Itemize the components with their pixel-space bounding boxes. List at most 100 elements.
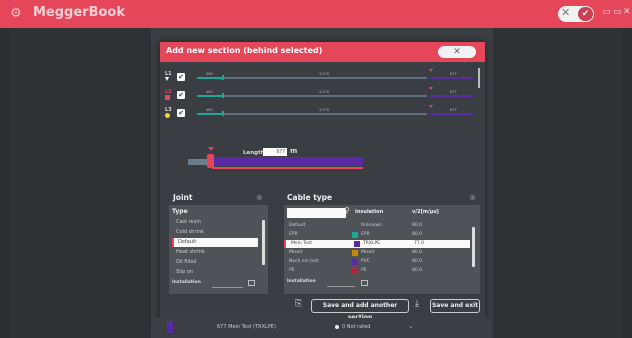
section-color-swatch [167, 321, 173, 333]
velocity-header: v/2[m/µs] [412, 209, 439, 215]
phase-end-l1: 677 [450, 72, 457, 76]
joint-item[interactable]: Oil filled [172, 258, 258, 267]
phase-end-l3: 677 [450, 108, 457, 112]
length-label: Length [243, 150, 265, 156]
minimize-icon[interactable]: ▭ [602, 7, 611, 17]
cable-insulation: PVC [361, 259, 370, 264]
section-list-row[interactable]: 677 Mein Test (TRXLPE) 0 Not rated ⌄ [151, 318, 493, 338]
section-length-text: 677 Mein Test (TRXLPE) [217, 324, 276, 330]
cable-row[interactable]: Default Unknown 80.0 [284, 222, 470, 230]
cable-row[interactable]: PE PE 80.0 [284, 267, 470, 275]
cable-name: Noch ein test [289, 259, 319, 264]
joint-title: Joint [173, 193, 193, 202]
dialog-header: Add new section (behind selected) ✕ [160, 42, 485, 62]
length-pointer-icon [208, 147, 214, 151]
add-cable-icon[interactable]: ⊕ [469, 193, 476, 202]
phase-marker-l1 [165, 77, 169, 81]
cable-name: Mein Test [291, 241, 313, 246]
phase-scrollbar[interactable] [478, 68, 480, 88]
cable-color-swatch [352, 250, 358, 256]
cable-velocity: 80.0 [412, 223, 423, 228]
length-bar [209, 157, 363, 166]
rating-dot [335, 325, 339, 329]
save-and-exit-button[interactable]: Save and exit [430, 299, 480, 313]
phase-start-l3: 460 [206, 108, 213, 112]
joint-panel: Type Cast resin Cold shrink Default Heat… [169, 205, 268, 294]
phase-segment-grey-l3 [224, 113, 427, 115]
phase-segment-teal-l1 [197, 77, 222, 79]
cable-color-swatch [352, 232, 358, 238]
joint-item[interactable]: Cold shrink [172, 228, 258, 237]
phase-checkbox-l3[interactable]: ✔ [177, 109, 185, 117]
phase-segment-teal-l2 [197, 95, 222, 97]
phase-segment-purple-l3 [430, 113, 473, 115]
cable-search-input[interactable] [287, 208, 346, 218]
close-window-icon[interactable]: ✕ [623, 7, 631, 17]
dialog-close-button[interactable]: ✕ [438, 46, 476, 58]
length-unit: m [290, 147, 298, 155]
length-editor: Length m [160, 142, 485, 182]
cable-type-title: Cable type [287, 193, 333, 202]
search-icon[interactable]: ⚲ [344, 206, 350, 215]
maximize-icon[interactable]: ▭ [613, 7, 622, 17]
phase-pointer-l2 [429, 87, 433, 90]
cable-velocity: 80.0 [412, 259, 423, 264]
joint-item[interactable]: Heat shrink [172, 248, 258, 257]
calendar-icon[interactable] [248, 280, 255, 286]
phase-segment-teal-l3 [197, 113, 222, 115]
joint-item[interactable]: Slip on [172, 268, 258, 277]
length-drag-handle[interactable] [207, 154, 214, 168]
phase-segment-purple-l1 [430, 77, 473, 79]
save-and-add-another-button[interactable]: Save and add another section [311, 299, 409, 321]
cable-insulation: Mixed [361, 250, 375, 255]
add-joint-icon[interactable]: ⊕ [256, 193, 263, 202]
length-input[interactable] [263, 148, 287, 156]
add-section-dialog: Add new section (behind selected) ✕ L1 ✔… [160, 42, 485, 322]
phase-mid-l1: 3,270 [319, 72, 330, 76]
cable-row-selected[interactable]: Mein Test TRXLPE 77.0 [284, 240, 470, 248]
dialog-title: Add new section (behind selected) [166, 46, 323, 55]
cable-name: PE [289, 268, 295, 273]
cable-color-swatch [352, 259, 358, 265]
cable-insulation: TRXLPE [363, 241, 381, 246]
gear-icon[interactable]: ⚙ [10, 6, 22, 21]
section-rating-text: 0 Not rated [342, 324, 371, 330]
cable-color-swatch [352, 223, 358, 229]
cable-name: Mixed [289, 250, 303, 255]
joint-installation-field[interactable] [212, 287, 243, 288]
phase-segment-grey-l2 [224, 95, 427, 97]
add-section-icon: ⎘ [295, 299, 303, 309]
calendar-icon[interactable] [361, 280, 368, 286]
cable-row[interactable]: Noch ein test PVC 80.0 [284, 258, 470, 266]
cable-row[interactable]: Mixed Mixed 80.0 [284, 249, 470, 257]
phase-segment-grey-l1 [224, 77, 427, 79]
cable-velocity: 80.0 [412, 232, 423, 237]
phase-pointer-l1 [429, 69, 433, 72]
phase-start-l2: 460 [206, 90, 213, 94]
joint-item-selected[interactable]: Default [172, 238, 258, 247]
cable-installation-field[interactable] [327, 286, 355, 287]
download-icon: ⤓ [415, 299, 419, 309]
phase-checkbox-l2[interactable]: ✔ [177, 91, 185, 99]
confirm-icon[interactable]: ✔ [578, 7, 593, 21]
joint-item[interactable]: Cast resin [172, 218, 258, 227]
cable-velocity: 80.0 [412, 268, 423, 273]
cancel-icon[interactable]: ✕ [561, 6, 570, 19]
length-previous-segment [188, 159, 208, 165]
app-title: MeggerBook [33, 5, 126, 20]
cable-row[interactable]: EPR EPR 80.0 [284, 231, 470, 239]
phase-segment-purple-l2 [430, 95, 473, 97]
chevron-down-icon[interactable]: ⌄ [408, 322, 414, 330]
joint-installation-label: Installation [172, 280, 201, 285]
phase-checkbox-l1[interactable]: ✔ [177, 73, 185, 81]
cable-name: EPR [289, 232, 298, 237]
joint-scrollbar[interactable] [262, 220, 265, 265]
phase-marker-l2 [165, 95, 170, 100]
phase-overview: L1 ✔ 460 3,270 677 L2 ✔ 460 3,270 677 L3… [160, 64, 485, 134]
phase-start-l1: 460 [206, 72, 213, 76]
cable-velocity: 80.0 [412, 250, 423, 255]
phase-end-l2: 677 [450, 90, 457, 94]
cable-scrollbar[interactable] [472, 227, 475, 267]
title-bar: ⚙ MeggerBook ✕ ✔ ▭ ▭ ✕ [0, 0, 632, 28]
length-underline [212, 167, 363, 169]
